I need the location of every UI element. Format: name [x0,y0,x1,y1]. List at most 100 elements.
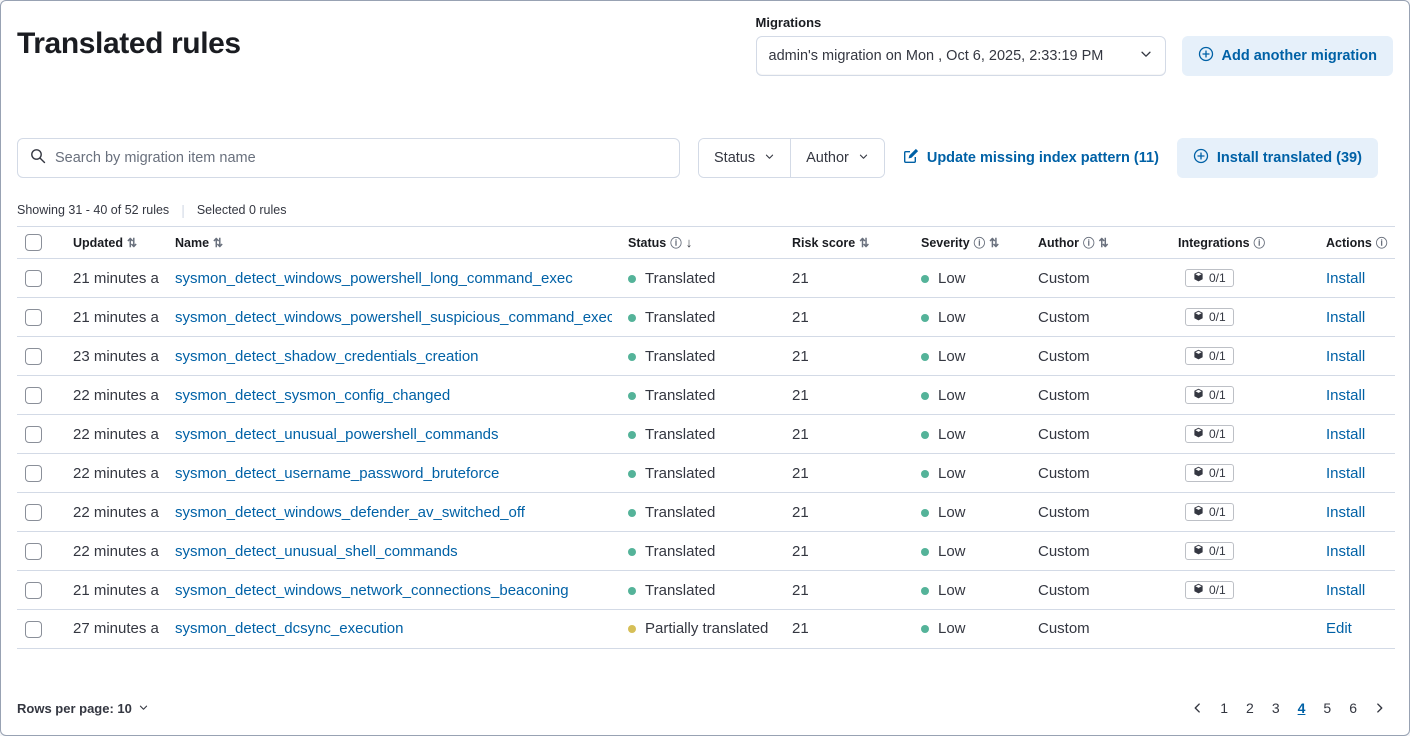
status-dot [628,314,636,322]
row-action-link[interactable]: Install [1326,504,1365,521]
updated-value: 21 minutes ago [73,270,159,287]
risk-score-value: 21 [792,465,809,482]
status-label: Partially translated [645,620,768,637]
row-checkbox[interactable] [25,309,42,326]
status-label: Translated [645,504,715,521]
row-checkbox[interactable] [25,387,42,404]
info-icon: ⓘ [1254,235,1266,251]
rule-name-link[interactable]: sysmon_detect_unusual_shell_commands [175,543,612,560]
row-action-link[interactable]: Install [1326,387,1365,404]
column-header-risk-score[interactable]: Risk score ⇅ [792,236,869,250]
severity-label: Low [938,620,966,637]
integrations-badge[interactable]: 0/1 [1185,464,1234,482]
migration-select[interactable]: admin's migration on Mon , Oct 6, 2025, … [756,36,1166,76]
rule-name-link[interactable]: sysmon_detect_sysmon_config_changed [175,387,612,404]
rows-per-page-button[interactable]: Rows per page: 10 [17,701,149,716]
row-checkbox[interactable] [25,543,42,560]
risk-score-value: 21 [792,387,809,404]
row-action-link[interactable]: Install [1326,465,1365,482]
info-icon: ⓘ [1083,235,1095,251]
package-icon [1193,505,1204,519]
integrations-badge[interactable]: 0/1 [1185,308,1234,326]
update-missing-index-pattern-button[interactable]: Update missing index pattern (11) [903,148,1159,168]
add-another-migration-button[interactable]: Add another migration [1182,36,1393,76]
rule-name-link[interactable]: sysmon_detect_shadow_credentials_creatio… [175,348,612,365]
row-action-link[interactable]: Install [1326,543,1365,560]
integrations-badge[interactable]: 0/1 [1185,503,1234,521]
select-all-checkbox[interactable] [25,234,42,251]
row-action-link[interactable]: Install [1326,270,1365,287]
column-header-updated[interactable]: Updated ⇅ [73,236,137,250]
search-icon [30,148,46,169]
table-row: 22 minutes ago sysmon_detect_sysmon_conf… [17,376,1395,415]
page-number-2[interactable]: 2 [1238,697,1262,719]
table-row: 21 minutes ago sysmon_detect_windows_net… [17,571,1395,610]
page-number-1[interactable]: 1 [1212,697,1236,719]
integrations-count: 0/1 [1209,388,1226,402]
table-row: 21 minutes ago sysmon_detect_windows_pow… [17,298,1395,337]
previous-page-button[interactable] [1184,697,1210,719]
risk-score-value: 21 [792,426,809,443]
integrations-badge[interactable]: 0/1 [1185,347,1234,365]
rule-name-link[interactable]: sysmon_detect_windows_defender_av_switch… [175,504,612,521]
page-number-6[interactable]: 6 [1341,697,1365,719]
author-value: Custom [1038,270,1090,287]
status-label: Translated [645,387,715,404]
row-checkbox[interactable] [25,504,42,521]
row-action-link[interactable]: Install [1326,582,1365,599]
page-number-4[interactable]: 4 [1290,697,1314,719]
integrations-badge[interactable]: 0/1 [1185,542,1234,560]
chevron-down-icon [858,150,869,166]
search-input[interactable] [55,150,667,166]
column-header-severity[interactable]: Severity ⓘ ⇅ [921,235,999,251]
table-row: 27 minutes ago sysmon_detect_dcsync_exec… [17,610,1395,649]
column-header-author[interactable]: Author ⓘ ⇅ [1038,235,1109,251]
sort-icon: ⇅ [213,236,223,250]
package-icon [1193,466,1204,480]
rule-name-link[interactable]: sysmon_detect_unusual_powershell_command… [175,426,612,443]
row-checkbox[interactable] [25,348,42,365]
author-value: Custom [1038,387,1090,404]
risk-score-value: 21 [792,270,809,287]
pagination-pages: 123456 [1212,697,1365,719]
rule-name-link[interactable]: sysmon_detect_windows_powershell_long_co… [175,270,612,287]
row-checkbox[interactable] [25,426,42,443]
row-action-link[interactable]: Install [1326,309,1365,326]
package-icon [1193,544,1204,558]
column-header-name[interactable]: Name ⇅ [175,236,223,250]
status-dot [628,275,636,283]
row-checkbox[interactable] [25,465,42,482]
row-action-link[interactable]: Install [1326,348,1365,365]
package-icon [1193,310,1204,324]
integrations-badge[interactable]: 0/1 [1185,581,1234,599]
severity-label: Low [938,426,966,443]
rule-name-link[interactable]: sysmon_detect_dcsync_execution [175,620,612,637]
status-label: Translated [645,270,715,287]
integrations-badge[interactable]: 0/1 [1185,386,1234,404]
row-checkbox[interactable] [25,582,42,599]
page-title: Translated rules [17,27,241,61]
row-action-link[interactable]: Edit [1326,620,1352,637]
row-checkbox[interactable] [25,621,42,638]
table-row: 21 minutes ago sysmon_detect_windows_pow… [17,259,1395,298]
rule-name-link[interactable]: sysmon_detect_username_password_brutefor… [175,465,612,482]
page-number-3[interactable]: 3 [1264,697,1288,719]
author-filter-button[interactable]: Author [790,139,884,177]
rule-name-link[interactable]: sysmon_detect_windows_network_connection… [175,582,612,599]
rules-table: Updated ⇅ Name ⇅ Status ⓘ ↓ [17,226,1395,649]
updated-value: 22 minutes ago [73,504,159,521]
page-number-5[interactable]: 5 [1315,697,1339,719]
column-header-status[interactable]: Status ⓘ ↓ [628,235,692,251]
install-translated-button[interactable]: Install translated (39) [1177,138,1378,178]
status-filter-button[interactable]: Status [699,139,790,177]
next-page-button[interactable] [1367,697,1393,719]
row-action-link[interactable]: Install [1326,426,1365,443]
updated-value: 27 minutes ago [73,620,159,637]
integrations-badge[interactable]: 0/1 [1185,269,1234,287]
updated-value: 22 minutes ago [73,465,159,482]
risk-score-value: 21 [792,543,809,560]
row-checkbox[interactable] [25,270,42,287]
integrations-badge[interactable]: 0/1 [1185,425,1234,443]
rule-name-link[interactable]: sysmon_detect_windows_powershell_suspici… [175,309,612,326]
author-value: Custom [1038,426,1090,443]
